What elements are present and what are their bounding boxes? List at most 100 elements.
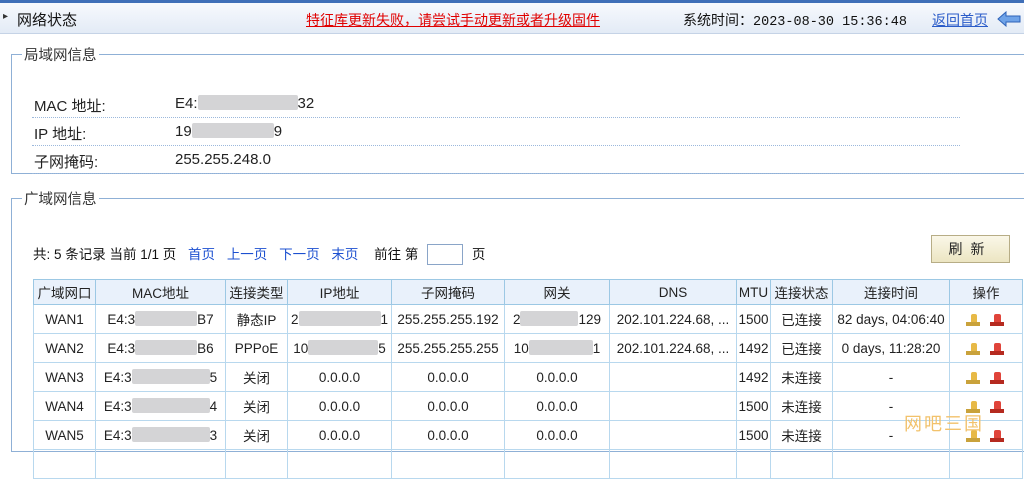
edit-icon[interactable]: [966, 371, 982, 384]
redacted-blur: [131, 427, 210, 442]
first-page-link[interactable]: 首页: [188, 247, 215, 262]
page-title: 网络状态: [17, 12, 78, 29]
cell-status: 已连接: [770, 333, 833, 363]
goto-label: 前往 第: [374, 247, 419, 262]
redacted-blur: [298, 311, 381, 326]
cell-dns: [609, 420, 737, 450]
cell-mtu: 1500: [736, 391, 771, 421]
cell-port: WAN1: [33, 304, 96, 334]
edit-icon[interactable]: [966, 342, 982, 355]
bullet-icon: ▸: [3, 11, 9, 22]
table-header-row: 广域网口 MAC地址 连接类型 IP地址 子网掩码 网关 DNS MTU 连接状…: [33, 279, 1023, 305]
cell-uptime: -: [832, 362, 950, 392]
cell-dns: 202.101.224.68, ...: [609, 304, 737, 334]
delete-icon[interactable]: [990, 371, 1006, 384]
cell-mask: 0.0.0.0: [391, 420, 505, 450]
goto-suffix: 页: [471, 247, 486, 262]
table-row-empty: [33, 449, 1023, 479]
refresh-button[interactable]: 刷新: [931, 235, 1010, 263]
col-type: 连接类型: [225, 279, 288, 305]
cell-gateway: 10 1: [504, 333, 610, 363]
lan-ip-value: 19 9: [175, 123, 283, 140]
cell-type: 关闭: [225, 391, 288, 421]
record-summary: 共: 5 条记录 当前 1/1 页: [33, 247, 177, 262]
redacted-blur: [528, 340, 593, 355]
table-row: WAN5 E4:3 3 关闭 0.0.0.0 0.0.0.0 0.0.0.0 15…: [33, 420, 1023, 450]
redacted-blur: [135, 311, 198, 326]
cell-ip: 0.0.0.0: [287, 391, 392, 421]
system-time-value: 2023-08-30 15:36:48: [753, 15, 907, 30]
cell-type: 静态IP: [225, 304, 288, 334]
update-warning-link[interactable]: 特征库更新失败，请尝试手动更新或者升级固件: [306, 10, 600, 30]
last-page-link[interactable]: 末页: [331, 247, 358, 262]
cell-port: WAN3: [33, 362, 96, 392]
cell-type: 关闭: [225, 362, 288, 392]
cell-mask: 0.0.0.0: [391, 391, 505, 421]
cell-status: 未连接: [770, 420, 833, 450]
lan-ip-label: IP 地址:: [34, 126, 87, 143]
table-row: WAN1 E4:3 B7 静态IP 21 255.255.255.192 2 129…: [33, 304, 1023, 334]
cell-gateway: 0.0.0.0: [504, 420, 610, 450]
cell-uptime: 0 days, 11:28:20: [832, 333, 950, 363]
cell-mac: E4:3 B6: [95, 333, 226, 363]
cell-mtu: 1500: [736, 420, 771, 450]
cell-mtu: 1492: [736, 362, 771, 392]
system-time-label: 系统时间：: [683, 12, 753, 28]
col-mask: 子网掩码: [391, 279, 505, 305]
cell-type: PPPoE: [225, 333, 288, 363]
table-row: WAN4 E4:3 4 关闭 0.0.0.0 0.0.0.0 0.0.0.0 15…: [33, 391, 1023, 421]
edit-icon[interactable]: [966, 313, 982, 326]
cell-port: WAN2: [33, 333, 96, 363]
lan-mask-value: 255.255.248.0: [175, 151, 271, 168]
page-number-input[interactable]: [427, 244, 464, 265]
cell-mac: E4:3 5: [95, 362, 226, 392]
redacted-blur: [131, 369, 210, 384]
cell-actions: [949, 333, 1023, 363]
lan-mac-row: MAC 地址: E4: 32: [32, 91, 960, 118]
cell-port: WAN4: [33, 391, 96, 421]
delete-icon[interactable]: [990, 429, 1006, 442]
redacted-blur: [191, 123, 274, 138]
delete-icon[interactable]: [990, 342, 1006, 355]
cell-status: 未连接: [770, 391, 833, 421]
col-mac: MAC地址: [95, 279, 226, 305]
back-home-link[interactable]: 返回首页: [932, 10, 988, 30]
col-port: 广域网口: [33, 279, 96, 305]
back-arrow-icon[interactable]: [996, 11, 1022, 27]
cell-mask: 255.255.255.255: [391, 333, 505, 363]
cell-mac: E4:3 4: [95, 391, 226, 421]
delete-icon[interactable]: [990, 313, 1006, 326]
col-uptime: 连接时间: [832, 279, 950, 305]
cell-actions: [949, 362, 1023, 392]
cell-status: 已连接: [770, 304, 833, 334]
redacted-blur: [135, 340, 198, 355]
lan-ip-row: IP 地址: 19 9: [32, 119, 960, 146]
table-row: WAN2 E4:3 B6 PPPoE 10 5 255.255.255.255 10…: [33, 333, 1023, 363]
lan-info-section: 局域网信息 MAC 地址: E4: 32 IP 地址: 19 9 子网掩码: 255…: [11, 44, 1024, 174]
cell-mtu: 1500: [736, 304, 771, 334]
cell-ip: 21: [287, 304, 392, 334]
cell-ip: 10 5: [287, 333, 392, 363]
wan-legend: 广域网信息: [24, 192, 97, 208]
title-bar: ▸ 网络状态 特征库更新失败，请尝试手动更新或者升级固件 系统时间：2023-0…: [0, 3, 1024, 34]
wan-table: 广域网口 MAC地址 连接类型 IP地址 子网掩码 网关 DNS MTU 连接状…: [33, 279, 1023, 479]
cell-dns: [609, 391, 737, 421]
next-page-link[interactable]: 下一页: [279, 247, 320, 262]
cell-mac: E4:3 3: [95, 420, 226, 450]
cell-mac: E4:3 B7: [95, 304, 226, 334]
delete-icon[interactable]: [990, 400, 1006, 413]
wan-info-section: 广域网信息 共: 5 条记录 当前 1/1 页 首页 上一页 下一页 末页 前往…: [11, 188, 1024, 479]
cell-mask: 0.0.0.0: [391, 362, 505, 392]
cell-type: 关闭: [225, 420, 288, 450]
system-time: 系统时间：2023-08-30 15:36:48: [683, 10, 907, 30]
redacted-blur: [308, 340, 379, 355]
watermark-logo: 网吧三国: [904, 414, 984, 434]
cell-port: WAN5: [33, 420, 96, 450]
redacted-blur: [520, 311, 579, 326]
cell-gateway: 0.0.0.0: [504, 362, 610, 392]
cell-ip: 0.0.0.0: [287, 362, 392, 392]
lan-mask-label: 子网掩码:: [34, 154, 99, 171]
prev-page-link[interactable]: 上一页: [227, 247, 268, 262]
cell-uptime: 82 days, 04:06:40: [832, 304, 950, 334]
redacted-blur: [131, 398, 210, 413]
